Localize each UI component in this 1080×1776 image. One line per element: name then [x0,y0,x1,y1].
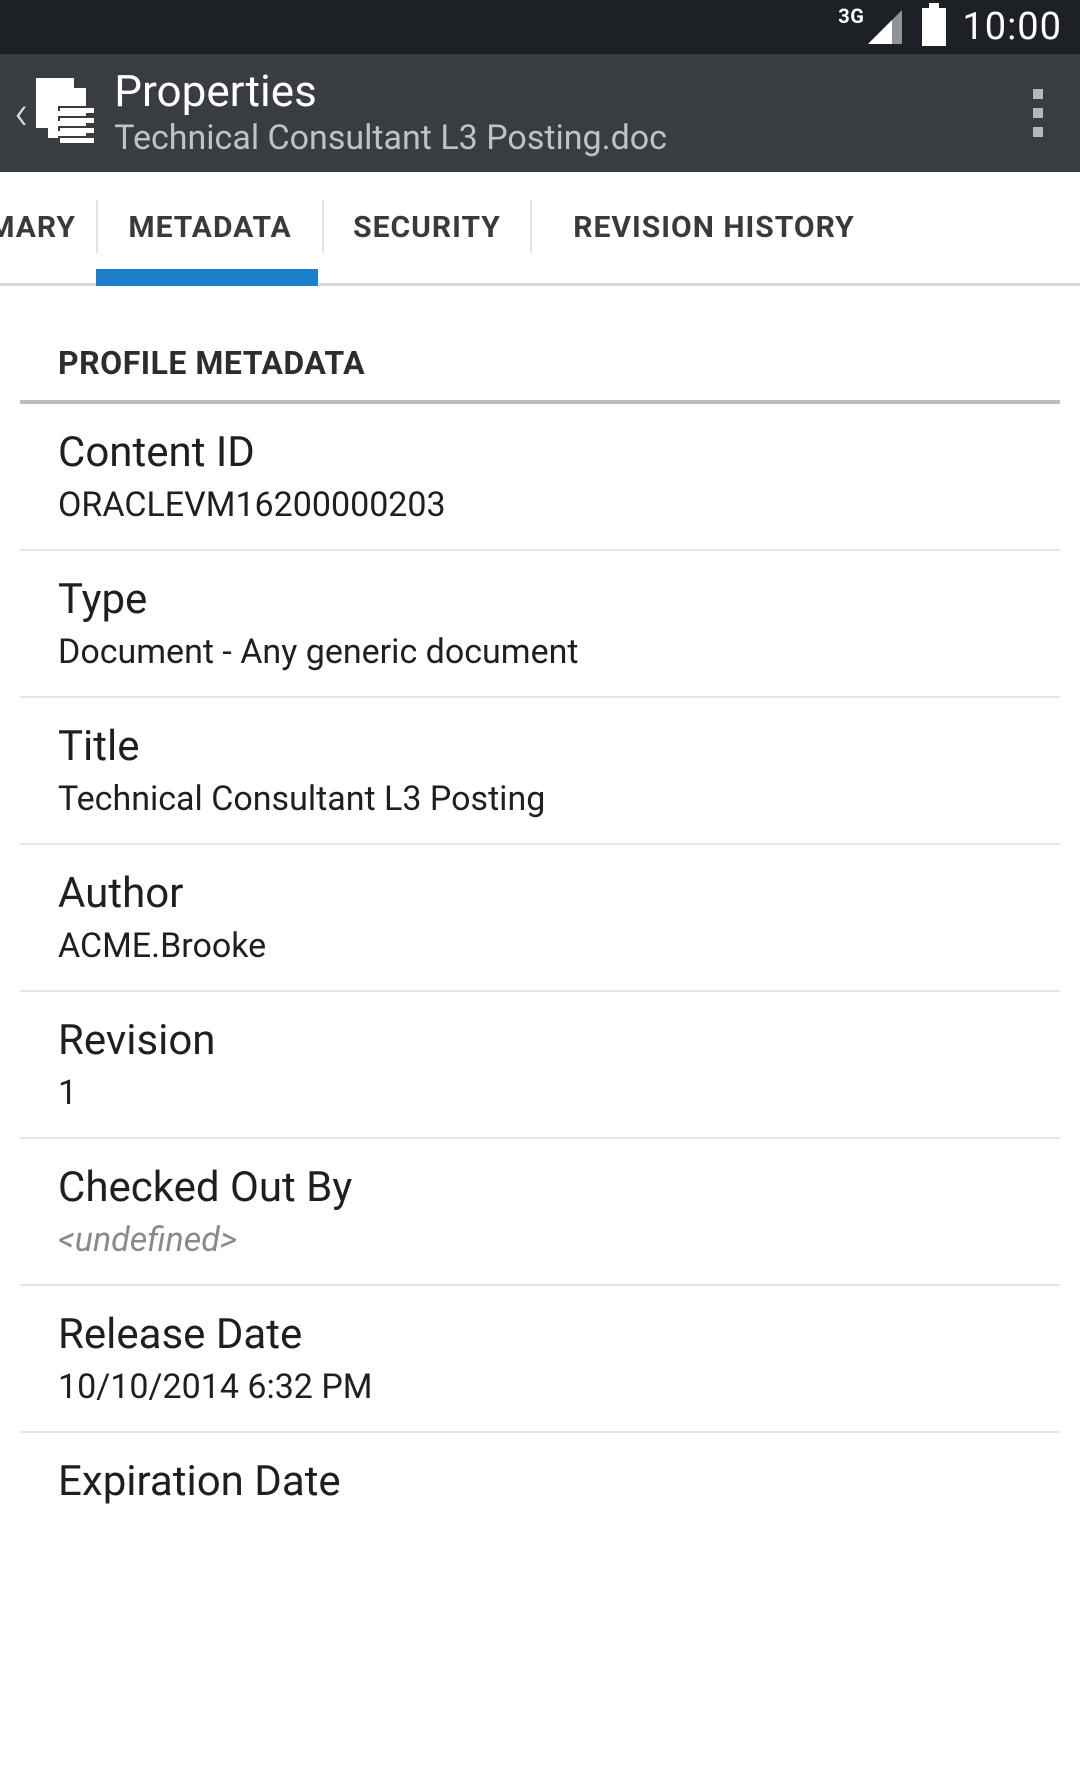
section-heading: PROFILE METADATA [20,344,1060,404]
metadata-row-release-date[interactable]: Release Date 10/10/2014 6:32 PM [20,1286,1060,1433]
overflow-menu-icon[interactable] [1014,78,1062,148]
status-time: 10:00 [962,5,1062,49]
active-tab-indicator [96,269,318,286]
metadata-row-expiration-date[interactable]: Expiration Date [20,1433,1060,1506]
metadata-value: 1 [58,1073,1022,1113]
metadata-value: <undefined> [58,1220,1022,1260]
metadata-value: 10/10/2014 6:32 PM [58,1367,1022,1407]
metadata-row-revision[interactable]: Revision 1 [20,992,1060,1139]
content-area: PROFILE METADATA Content ID ORACLEVM1620… [0,286,1080,1506]
metadata-label: Author [58,869,1022,918]
status-bar: 3G 10:00 [0,0,1080,54]
document-stack-icon[interactable] [36,78,96,148]
metadata-row-title[interactable]: Title Technical Consultant L3 Posting [20,698,1060,845]
metadata-label: Revision [58,1016,1022,1065]
back-chevron-icon[interactable]: ‹ [8,89,32,137]
metadata-label: Release Date [58,1310,1022,1359]
metadata-value: ORACLEVM16200000203 [58,485,1022,525]
tab-metadata[interactable]: METADATA [98,172,322,283]
tab-security[interactable]: SECURITY [324,172,530,283]
metadata-value: Document - Any generic document [58,632,1022,672]
tab-summary[interactable]: SUMMARY [0,172,96,283]
page-subtitle: Technical Consultant L3 Posting.doc [114,118,1014,159]
tab-revision-history[interactable]: REVISION HISTORY [532,172,882,283]
tab-bar: SUMMARY METADATA SECURITY REVISION HISTO… [0,172,1080,286]
metadata-row-type[interactable]: Type Document - Any generic document [20,551,1060,698]
page-title: Properties [114,67,1014,115]
metadata-row-checked-out-by[interactable]: Checked Out By <undefined> [20,1139,1060,1286]
metadata-label: Content ID [58,428,1022,477]
app-bar: ‹ Properties Technical Consultant L3 Pos… [0,54,1080,172]
metadata-row-content-id[interactable]: Content ID ORACLEVM16200000203 [20,404,1060,551]
metadata-row-author[interactable]: Author ACME.Brooke [20,845,1060,992]
metadata-label: Expiration Date [58,1457,1022,1506]
network-3g-label: 3G [838,4,864,28]
metadata-label: Type [58,575,1022,624]
metadata-value: ACME.Brooke [58,926,1022,966]
metadata-value: Technical Consultant L3 Posting [58,779,1022,819]
battery-icon [922,8,946,46]
metadata-label: Checked Out By [58,1163,1022,1212]
app-bar-titles: Properties Technical Consultant L3 Posti… [114,67,1014,158]
metadata-label: Title [58,722,1022,771]
signal-icon [868,10,902,44]
